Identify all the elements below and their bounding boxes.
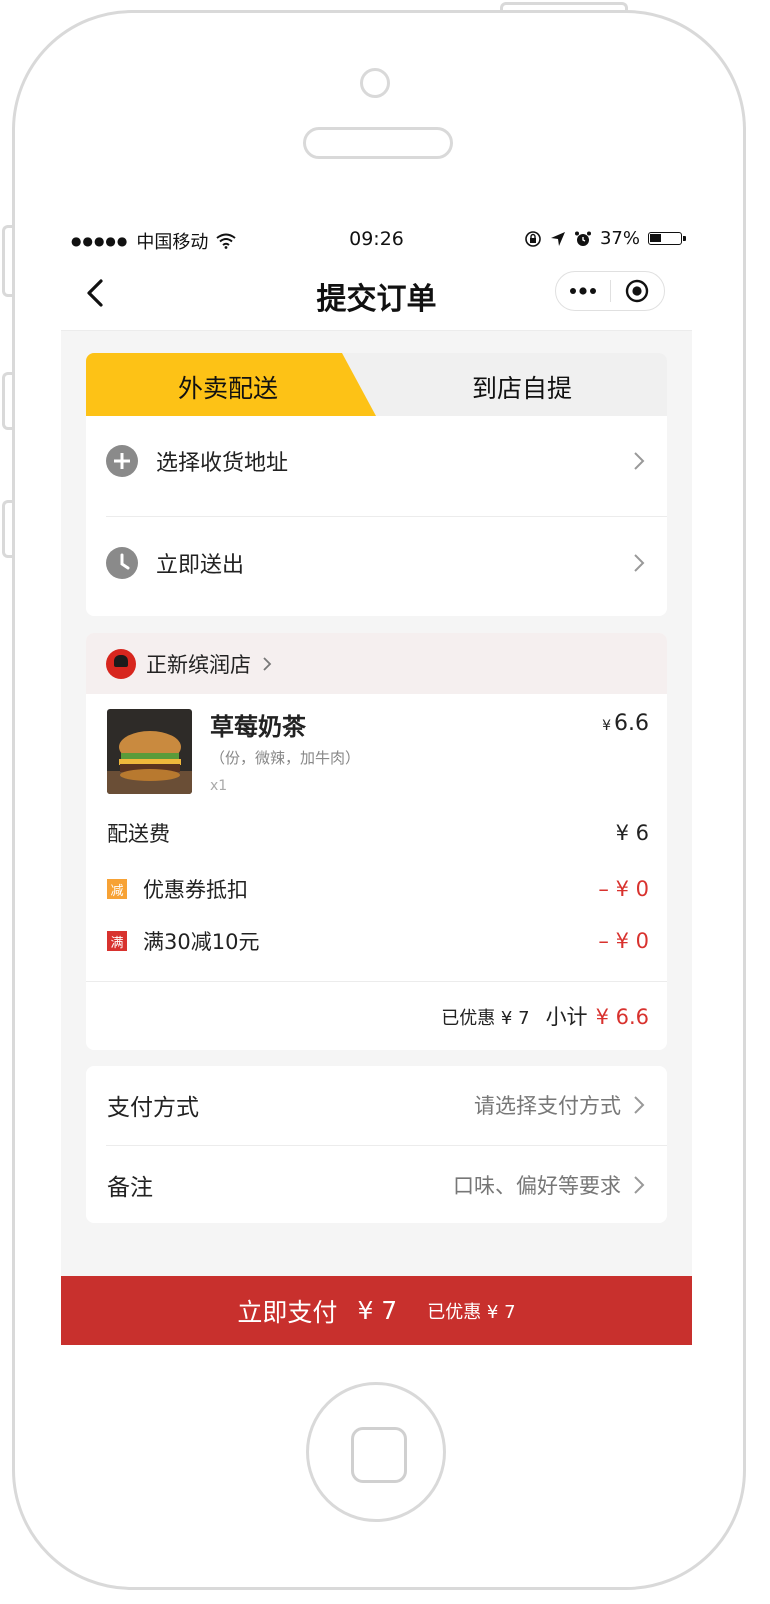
- item-price-value: 6.6: [614, 711, 649, 736]
- select-address-label: 选择收货地址: [156, 451, 289, 476]
- promotion-row: 满 满30减10元 – ¥ 0: [107, 925, 649, 957]
- pay-amount: ¥ 7: [357, 1296, 398, 1325]
- payment-method-row[interactable]: 支付方式 请选择支付方式: [107, 1066, 667, 1144]
- select-address-row[interactable]: 选择收货地址: [106, 416, 667, 506]
- coupon-row: 减 优惠券抵扣 – ¥ 0: [107, 873, 649, 905]
- close-mini-program-button[interactable]: [610, 272, 664, 310]
- mini-program-capsule: [555, 271, 665, 311]
- tab-delivery-label[interactable]: 外卖配送: [178, 369, 278, 405]
- payment-card: 支付方式 请选择支付方式 备注 口味、偏好等要求: [86, 1066, 667, 1223]
- earpiece-speaker: [303, 127, 453, 159]
- subtotal-value: ¥ 6.6: [595, 1005, 649, 1029]
- item-name: 草莓奶茶: [210, 713, 306, 741]
- promotion-value: – ¥ 0: [598, 929, 649, 953]
- chevron-right-icon: [263, 656, 272, 671]
- rotation-lock-icon: [525, 230, 541, 247]
- status-bar: ●●●●● 中国移动 09:26 37%: [61, 218, 692, 260]
- order-summary: 已优惠 ¥ 7 小计 ¥ 6.6: [441, 1001, 649, 1031]
- delivery-fee-row: 配送费 ¥ 6: [107, 817, 649, 849]
- chevron-right-icon: [634, 554, 645, 572]
- currency-symbol: ¥: [602, 718, 611, 734]
- more-dots-icon: [569, 287, 596, 295]
- delivery-card: 外卖配送 到店自提 选择收货地址 立即送出: [86, 353, 667, 616]
- chevron-right-icon: [634, 1096, 645, 1114]
- battery-level: [650, 234, 661, 242]
- clock-icon: [106, 547, 138, 579]
- store-logo: [106, 648, 136, 679]
- store-header[interactable]: 正新缤润店: [86, 633, 667, 694]
- phone-screen: ●●●●● 中国移动 09:26 37% 提交订单 外卖配送 到店自提 选择收货…: [61, 218, 692, 1345]
- note-row[interactable]: 备注 口味、偏好等要求: [107, 1146, 667, 1223]
- payment-method-label: 支付方式: [107, 1095, 199, 1121]
- store-logo-mark: [114, 654, 128, 667]
- coupon-value: – ¥ 0: [598, 877, 649, 901]
- pay-now-label: 立即支付: [237, 1297, 338, 1327]
- promotion-label: 满30减10元: [143, 930, 260, 954]
- tab-pickup-label[interactable]: 到店自提: [472, 369, 572, 405]
- saved-amount: 已优惠 ¥ 7: [441, 1008, 530, 1029]
- coupon-badge: 减: [107, 879, 127, 899]
- note-label: 备注: [107, 1175, 153, 1201]
- item-price: ¥6.6: [602, 711, 649, 736]
- delivery-fee-label: 配送费: [107, 822, 170, 846]
- pay-saved: 已优惠 ¥ 7: [427, 1301, 516, 1323]
- navigation-bar: 提交订单: [61, 260, 692, 331]
- item-quantity: x1: [210, 778, 228, 794]
- home-button[interactable]: [306, 1382, 446, 1522]
- target-close-icon: [626, 279, 649, 303]
- order-card: 正新缤润店 草莓奶茶 （份，微辣，加牛肉） x1 ¥6.6 配送费 ¥ 6 减 …: [86, 633, 667, 1050]
- location-arrow-icon: [550, 231, 565, 246]
- delivery-fee-value: ¥ 6: [615, 821, 649, 845]
- plus-circle-icon: [106, 445, 138, 477]
- delivery-time-label: 立即送出: [156, 553, 245, 578]
- more-button[interactable]: [556, 272, 610, 310]
- battery-percent: 37%: [599, 228, 640, 249]
- chevron-right-icon: [634, 452, 645, 470]
- coupon-label: 优惠券抵扣: [143, 878, 248, 902]
- delivery-time-row[interactable]: 立即送出: [106, 518, 667, 608]
- battery-icon: [648, 232, 686, 245]
- row-divider: [106, 516, 667, 517]
- item-thumbnail: [107, 709, 192, 794]
- promotion-badge: 满: [107, 931, 127, 951]
- alarm-clock-icon: [574, 231, 591, 246]
- subtotal-label: 小计: [545, 1005, 588, 1029]
- store-name: 正新缤润店: [146, 652, 251, 677]
- delivery-mode-tabs: 外卖配送 到店自提: [86, 353, 667, 416]
- note-value: 口味、偏好等要求: [453, 1174, 621, 1198]
- summary-divider: [86, 981, 667, 982]
- chevron-right-icon: [634, 1176, 645, 1194]
- home-button-icon: [351, 1427, 407, 1483]
- pay-now-button[interactable]: 立即支付 ¥ 7 已优惠 ¥ 7: [61, 1276, 692, 1345]
- payment-method-value: 请选择支付方式: [474, 1094, 621, 1118]
- front-camera: [360, 68, 390, 98]
- item-spec: （份，微辣，加牛肉）: [210, 749, 361, 767]
